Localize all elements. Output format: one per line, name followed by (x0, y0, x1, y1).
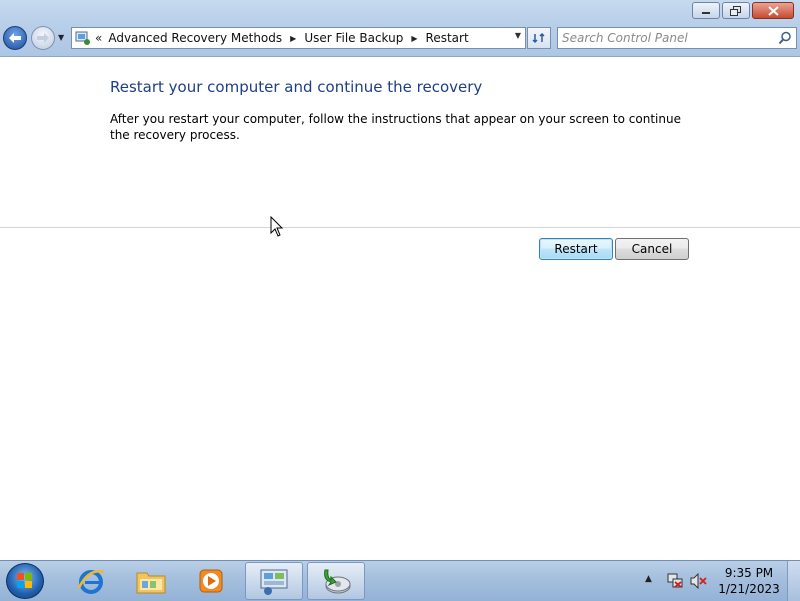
volume-muted-icon[interactable] (690, 573, 708, 589)
breadcrumb-advanced-recovery[interactable]: Advanced Recovery Methods (108, 31, 282, 45)
taskbar: ▲ 9:35 PM 1/21/2023 (0, 560, 800, 601)
cancel-button[interactable]: Cancel (615, 238, 689, 260)
minimize-button[interactable] (692, 2, 720, 19)
breadcrumb-overflow[interactable]: « (95, 31, 102, 45)
forward-arrow-icon (37, 33, 49, 43)
system-clock[interactable]: 9:35 PM 1/21/2023 (714, 565, 784, 597)
minimize-icon (702, 11, 710, 14)
network-icon[interactable] (666, 573, 684, 589)
clock-date: 1/21/2023 (718, 582, 780, 596)
address-bar[interactable]: « Advanced Recovery Methods ▶ User File … (71, 27, 526, 49)
instructions-text: After you restart your computer, follow … (110, 112, 681, 142)
restore-icon (730, 5, 741, 16)
refresh-button[interactable] (527, 27, 551, 49)
show-desktop-button[interactable] (787, 561, 800, 601)
internet-explorer-icon (77, 570, 105, 594)
control-panel-icon (75, 30, 91, 46)
backup-restore-icon (324, 569, 351, 594)
search-icon[interactable] (778, 31, 792, 45)
breadcrumb-separator-icon[interactable]: ▶ (411, 34, 417, 43)
breadcrumb-separator-icon[interactable]: ▶ (290, 34, 296, 43)
close-button[interactable] (752, 2, 794, 19)
taskbar-media-player[interactable] (182, 562, 240, 600)
start-button[interactable] (6, 563, 44, 599)
clock-time: 9:35 PM (724, 566, 774, 580)
media-player-icon (199, 569, 223, 593)
window-titlebar: ▼ « Advanced Recovery Methods ▶ User Fil… (0, 0, 800, 57)
navigation-bar: ▼ « Advanced Recovery Methods ▶ User Fil… (0, 25, 800, 51)
breadcrumb-restart[interactable]: Restart (426, 31, 469, 45)
address-dropdown-icon[interactable]: ▼ (515, 31, 521, 40)
close-icon (767, 5, 779, 16)
search-box[interactable] (557, 27, 797, 49)
page-title: Restart your computer and continue the r… (110, 78, 483, 96)
forward-button[interactable] (31, 26, 55, 50)
taskbar-control-panel[interactable] (245, 562, 303, 600)
mouse-pointer-icon (270, 216, 284, 237)
back-arrow-icon (9, 33, 21, 43)
divider (0, 227, 800, 228)
taskbar-backup-restore[interactable] (307, 562, 365, 600)
refresh-icon (532, 32, 545, 44)
breadcrumb-user-file-backup[interactable]: User File Backup (304, 31, 403, 45)
show-hidden-icons-button[interactable]: ▲ (645, 574, 652, 584)
restart-button[interactable]: Restart (539, 238, 613, 260)
windows-explorer-icon (136, 572, 166, 594)
control-panel-icon (260, 569, 288, 595)
windows-logo-icon (17, 573, 32, 588)
recent-pages-dropdown[interactable]: ▼ (58, 33, 64, 42)
caption-buttons (692, 2, 794, 19)
search-input[interactable] (562, 30, 772, 46)
taskbar-windows-explorer[interactable] (122, 562, 180, 600)
back-button[interactable] (3, 26, 27, 50)
taskbar-internet-explorer[interactable] (62, 562, 120, 600)
restore-button[interactable] (722, 2, 750, 19)
